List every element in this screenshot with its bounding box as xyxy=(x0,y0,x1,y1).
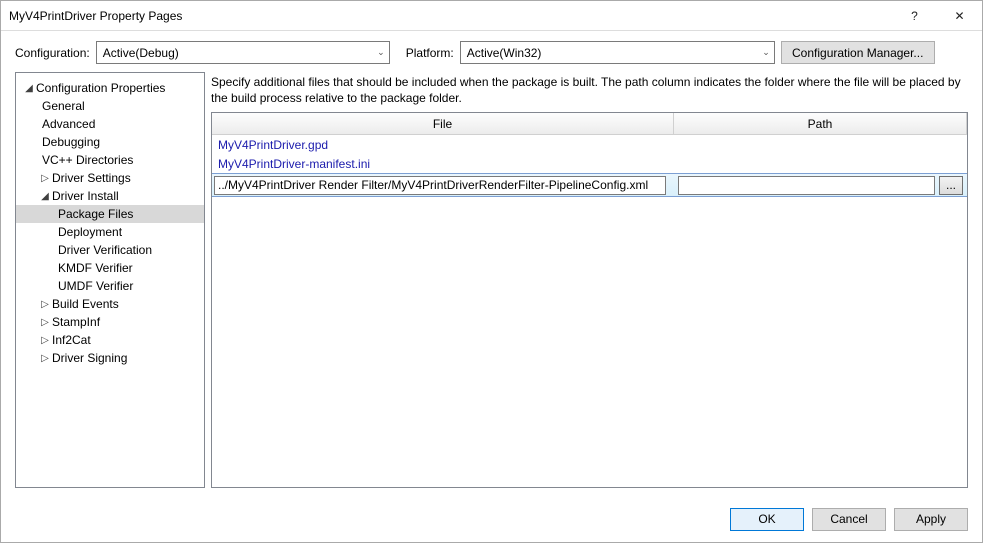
tree-item[interactable]: Driver Verification xyxy=(16,241,204,259)
apply-button[interactable]: Apply xyxy=(894,508,968,531)
grid-header: File Path xyxy=(212,113,967,135)
table-row-editing[interactable]: ... xyxy=(212,173,967,197)
tree-label: Driver Verification xyxy=(58,243,152,257)
tree-arrow-expanded-icon: ◢ xyxy=(22,83,36,94)
tree-item[interactable]: ▷Inf2Cat xyxy=(16,331,204,349)
tree-label: VC++ Directories xyxy=(42,153,133,167)
browse-button[interactable]: ... xyxy=(939,176,963,195)
tree-label: Advanced xyxy=(42,117,95,131)
tree-root[interactable]: ◢ Configuration Properties xyxy=(16,79,204,97)
tree-label: Driver Settings xyxy=(52,171,131,185)
configuration-value: Active(Debug) xyxy=(103,46,179,60)
tree-arrow-expanded-icon: ◢ xyxy=(38,191,52,202)
platform-combo[interactable]: Active(Win32) ⌄ xyxy=(460,41,775,64)
ok-button[interactable]: OK xyxy=(730,508,804,531)
tree-item[interactable]: ▷StampInf xyxy=(16,313,204,331)
cell-file: MyV4PrintDriver.gpd xyxy=(212,138,674,152)
tree-label: UMDF Verifier xyxy=(58,279,133,293)
tree-arrow-collapsed-icon: ▷ xyxy=(38,353,52,364)
configuration-bar: Configuration: Active(Debug) ⌄ Platform:… xyxy=(1,31,982,72)
column-header-file[interactable]: File xyxy=(212,113,674,134)
tree-label: Deployment xyxy=(58,225,122,239)
tree-label: KMDF Verifier xyxy=(58,261,133,275)
tree-label: Driver Signing xyxy=(52,351,127,365)
platform-label: Platform: xyxy=(406,46,454,60)
cancel-button[interactable]: Cancel xyxy=(812,508,886,531)
column-header-path[interactable]: Path xyxy=(674,113,967,134)
tree-label: General xyxy=(42,99,85,113)
help-icon: ? xyxy=(911,9,918,23)
grid-body: MyV4PrintDriver.gpd MyV4PrintDriver-manif… xyxy=(212,135,967,487)
close-icon: ✕ xyxy=(954,9,964,23)
tree-label: Package Files xyxy=(58,207,133,221)
tree-item[interactable]: UMDF Verifier xyxy=(16,277,204,295)
close-button[interactable]: ✕ xyxy=(937,1,982,30)
tree-item[interactable]: KMDF Verifier xyxy=(16,259,204,277)
tree-item[interactable]: General xyxy=(16,97,204,115)
cell-path: ... xyxy=(674,174,967,197)
tree-item[interactable]: Advanced xyxy=(16,115,204,133)
tree-label: Configuration Properties xyxy=(36,81,165,95)
platform-value: Active(Win32) xyxy=(467,46,542,60)
tree-label: Debugging xyxy=(42,135,100,149)
tree-item[interactable]: Package Files xyxy=(16,205,204,223)
cell-file: MyV4PrintDriver-manifest.ini xyxy=(212,157,674,171)
nav-tree[interactable]: ◢ Configuration Properties General Advanc… xyxy=(15,72,205,488)
chevron-down-icon: ⌄ xyxy=(377,47,385,58)
tree-label: Driver Install xyxy=(52,189,119,203)
tree-arrow-collapsed-icon: ▷ xyxy=(38,335,52,346)
configuration-manager-button[interactable]: Configuration Manager... xyxy=(781,41,935,64)
configuration-combo[interactable]: Active(Debug) ⌄ xyxy=(96,41,390,64)
cell-file xyxy=(212,174,674,197)
tree-item[interactable]: Deployment xyxy=(16,223,204,241)
tree-item[interactable]: Debugging xyxy=(16,133,204,151)
content-pane: Specify additional files that should be … xyxy=(211,72,968,488)
tree-label: Inf2Cat xyxy=(52,333,91,347)
tree-item[interactable]: ▷Build Events xyxy=(16,295,204,313)
table-row[interactable]: MyV4PrintDriver-manifest.ini xyxy=(212,154,967,173)
help-button[interactable]: ? xyxy=(892,1,937,30)
tree-item[interactable]: ▷Driver Settings xyxy=(16,169,204,187)
tree-arrow-collapsed-icon: ▷ xyxy=(38,299,52,310)
package-files-grid: File Path MyV4PrintDriver.gpdMyV4PrintDr… xyxy=(211,112,968,488)
tree-item[interactable]: ◢Driver Install xyxy=(16,187,204,205)
file-input[interactable] xyxy=(214,176,666,195)
tree-arrow-collapsed-icon: ▷ xyxy=(38,317,52,328)
window-title: MyV4PrintDriver Property Pages xyxy=(9,9,892,23)
tree-arrow-collapsed-icon: ▷ xyxy=(38,173,52,184)
titlebar: MyV4PrintDriver Property Pages ? ✕ xyxy=(1,1,982,31)
tree-item[interactable]: VC++ Directories xyxy=(16,151,204,169)
dialog-property-pages: MyV4PrintDriver Property Pages ? ✕ Confi… xyxy=(0,0,983,543)
dialog-footer: OK Cancel Apply xyxy=(1,496,982,542)
table-row[interactable]: MyV4PrintDriver.gpd xyxy=(212,135,967,154)
configuration-label: Configuration: xyxy=(15,46,90,60)
path-input[interactable] xyxy=(678,176,935,195)
description-text: Specify additional files that should be … xyxy=(211,72,968,112)
tree-label: StampInf xyxy=(52,315,100,329)
body: ◢ Configuration Properties General Advanc… xyxy=(1,72,982,496)
tree-label: Build Events xyxy=(52,297,119,311)
chevron-down-icon: ⌄ xyxy=(762,47,770,58)
tree-item[interactable]: ▷Driver Signing xyxy=(16,349,204,367)
